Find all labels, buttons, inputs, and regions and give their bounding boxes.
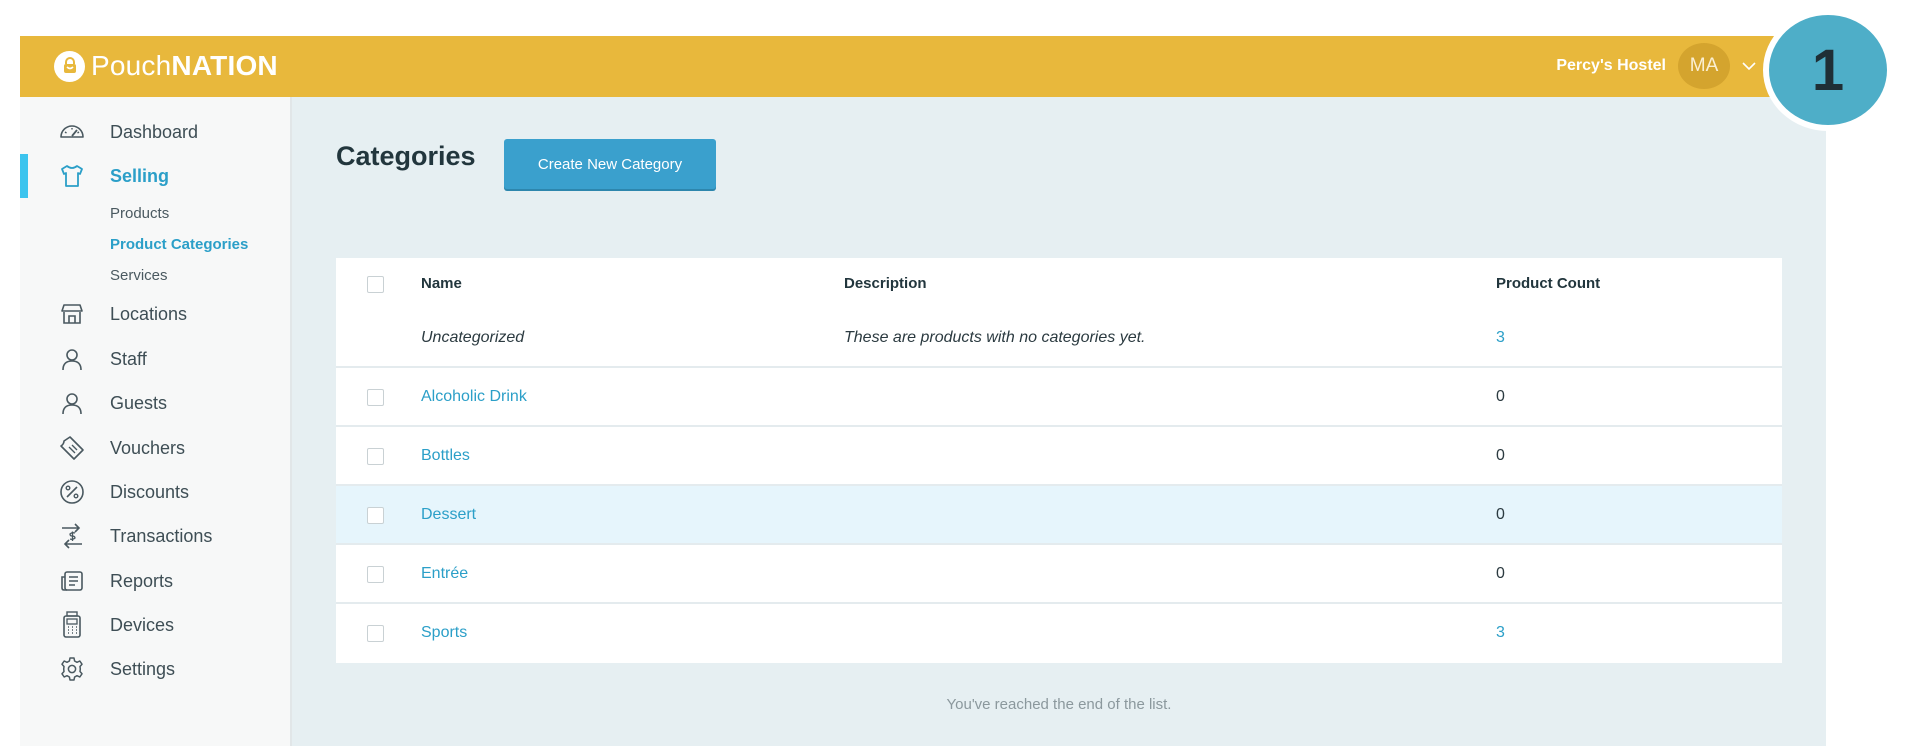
pos-terminal-icon — [58, 611, 86, 638]
product-count: 0 — [1496, 447, 1505, 464]
page-title: Categories — [336, 141, 476, 171]
sidebar-item-locations[interactable]: Locations — [20, 297, 290, 331]
tshirt-icon — [58, 163, 86, 189]
sidebar-item-selling[interactable]: Selling — [20, 154, 290, 198]
sidebar-item-guests[interactable]: Guests — [20, 386, 290, 420]
row-checkbox[interactable] — [367, 507, 384, 524]
category-name-link[interactable]: Sports — [421, 624, 467, 642]
account-name: Percy's Hostel — [1556, 57, 1666, 74]
column-header-description[interactable]: Description — [844, 275, 927, 292]
product-count: 0 — [1496, 506, 1505, 523]
table-header: Name Description Product Count — [336, 258, 1782, 310]
main-content: Categories Create New Category Name Desc… — [292, 97, 1826, 746]
speedometer-icon — [58, 119, 86, 145]
sidebar-item-label: Settings — [110, 658, 176, 679]
product-count-link[interactable]: 3 — [1496, 624, 1505, 642]
sidebar-subitem-services[interactable]: Services — [110, 267, 168, 284]
step-number-badge: 1 — [1763, 9, 1893, 131]
row-checkbox[interactable] — [367, 389, 384, 406]
sidebar-item-vouchers[interactable]: Vouchers — [20, 431, 290, 465]
sidebar-item-label: Vouchers — [110, 437, 186, 458]
top-bar: PouchNATION Percy's Hostel MA — [20, 36, 1826, 97]
pouch-logo-icon — [54, 50, 85, 82]
sidebar-item-label: Selling — [110, 165, 170, 186]
person-icon — [58, 390, 86, 416]
chevron-down-icon[interactable] — [1742, 61, 1756, 71]
table-row[interactable]: Entrée 0 — [336, 545, 1782, 604]
row-checkbox[interactable] — [367, 566, 384, 583]
transfer-dollar-icon — [58, 523, 86, 549]
brand-logo[interactable]: PouchNATION — [54, 45, 278, 87]
ticket-icon — [58, 435, 86, 461]
table-row[interactable]: Alcoholic Drink 0 — [336, 368, 1782, 427]
product-count-link[interactable]: 3 — [1496, 329, 1505, 347]
table-row[interactable]: Bottles 0 — [336, 427, 1782, 486]
category-name: Uncategorized — [421, 329, 525, 346]
row-checkbox[interactable] — [367, 448, 384, 465]
avatar[interactable]: MA — [1678, 43, 1730, 89]
report-icon — [58, 568, 86, 594]
table-row[interactable]: Sports 3 — [336, 604, 1782, 663]
create-category-button[interactable]: Create New Category — [504, 139, 716, 189]
gear-icon — [58, 656, 86, 682]
sidebar-subitem-products[interactable]: Products — [110, 205, 169, 222]
sidebar-item-label: Discounts — [110, 481, 190, 502]
column-header-product-count[interactable]: Product Count — [1496, 275, 1600, 292]
sidebar-item-label: Devices — [110, 614, 175, 635]
sidebar-subitem-product-categories[interactable]: Product Categories — [110, 236, 248, 253]
sidebar-item-label: Guests — [110, 392, 168, 413]
sidebar-item-dashboard[interactable]: Dashboard — [20, 115, 290, 149]
sidebar-item-label: Reports — [110, 570, 174, 591]
sidebar-item-devices[interactable]: Devices — [20, 608, 290, 642]
sidebar-item-settings[interactable]: Settings — [20, 652, 290, 686]
store-icon — [58, 301, 86, 327]
table-row-uncategorized: Uncategorized These are products with no… — [336, 310, 1782, 368]
product-count: 0 — [1496, 565, 1505, 582]
select-all-checkbox[interactable] — [367, 276, 384, 293]
category-name-link[interactable]: Alcoholic Drink — [421, 388, 527, 406]
sidebar-item-transactions[interactable]: Transactions — [20, 519, 290, 553]
brand-name: PouchNATION — [91, 50, 278, 81]
sidebar-item-label: Staff — [110, 348, 147, 369]
app-window: PouchNATION Percy's Hostel MA Dashboard — [20, 36, 1826, 746]
account-menu[interactable]: Percy's Hostel MA — [1556, 42, 1756, 90]
category-description: These are products with no categories ye… — [844, 329, 1146, 346]
sidebar-item-reports[interactable]: Reports — [20, 564, 290, 598]
category-name-link[interactable]: Entrée — [421, 565, 468, 583]
sidebar-item-label: Dashboard — [110, 121, 199, 142]
category-name-link[interactable]: Dessert — [421, 506, 476, 524]
end-of-list-note: You've reached the end of the list. — [946, 696, 1172, 713]
category-name-link[interactable]: Bottles — [421, 447, 470, 465]
column-header-name[interactable]: Name — [421, 275, 462, 292]
sidebar-item-discounts[interactable]: Discounts — [20, 475, 290, 509]
percent-icon — [58, 479, 86, 505]
active-indicator — [20, 154, 28, 198]
row-checkbox[interactable] — [367, 625, 384, 642]
product-count: 0 — [1496, 388, 1505, 405]
sidebar-item-label: Locations — [110, 303, 188, 324]
sidebar-item-staff[interactable]: Staff — [20, 342, 290, 376]
sidebar-item-label: Transactions — [110, 525, 213, 546]
table-row[interactable]: Dessert 0 — [336, 486, 1782, 545]
sidebar: Dashboard Selling Products Product Categ… — [20, 97, 292, 746]
categories-table: Name Description Product Count Uncategor… — [336, 258, 1782, 663]
person-icon — [58, 346, 86, 372]
